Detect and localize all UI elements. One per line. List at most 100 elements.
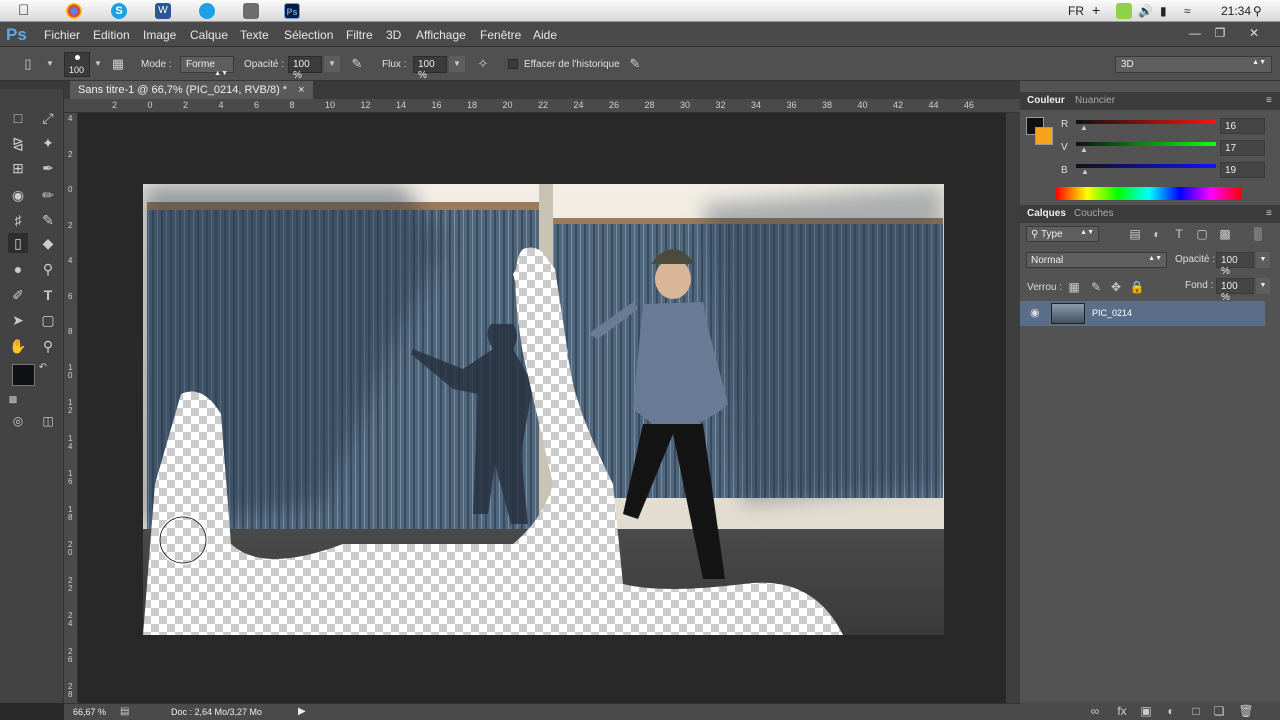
workspace-select[interactable]: 3D ▲▼ bbox=[1115, 56, 1272, 73]
menu-calque[interactable]: Calque bbox=[190, 28, 228, 42]
pressure-opacity-icon[interactable]: ✎ bbox=[349, 56, 365, 72]
type-tool-icon[interactable]: T bbox=[38, 285, 58, 305]
lock-pixels-icon[interactable]: ✎ bbox=[1088, 279, 1104, 295]
menu-selection[interactable]: Sélection bbox=[284, 28, 333, 42]
default-colors-icon[interactable]: ▩ bbox=[6, 389, 20, 409]
menu-filtre[interactable]: Filtre bbox=[346, 28, 373, 42]
dodge-tool-icon[interactable]: ⚲ bbox=[38, 259, 58, 279]
volume-icon[interactable]: 🔊 bbox=[1138, 4, 1153, 18]
chevron-down-icon[interactable]: ▼ bbox=[1256, 278, 1270, 294]
lock-transparency-icon[interactable]: ▦ bbox=[1066, 279, 1082, 295]
layer-opacity-input[interactable]: 100 % bbox=[1216, 252, 1254, 277]
lasso-tool-icon[interactable]: ⧎ bbox=[8, 133, 28, 153]
paint-bucket-tool-icon[interactable]: ◆ bbox=[38, 233, 58, 253]
swap-colors-icon[interactable]: ↶ bbox=[36, 358, 50, 378]
search-icon[interactable]: ⚲ bbox=[1253, 4, 1262, 18]
close-button[interactable]: ✕ bbox=[1244, 26, 1264, 42]
red-slider-thumb-icon[interactable]: ▲ bbox=[1080, 123, 1088, 132]
clone-stamp-tool-icon[interactable]: ♯ bbox=[8, 210, 28, 230]
zoom-level[interactable]: 66,67 % bbox=[73, 707, 106, 717]
tab-couleur[interactable]: Couleur bbox=[1027, 95, 1065, 106]
rectangle-tool-icon[interactable]: ▢ bbox=[38, 310, 58, 330]
chevron-down-icon[interactable]: ▼ bbox=[1256, 252, 1270, 268]
blue-slider[interactable] bbox=[1076, 164, 1216, 168]
green-value[interactable]: 17 bbox=[1220, 140, 1265, 156]
blue-value[interactable]: 19 bbox=[1220, 162, 1265, 178]
tab-nuancier[interactable]: Nuancier bbox=[1075, 95, 1115, 106]
eraser-tool-preset-icon[interactable]: ▯ bbox=[20, 56, 36, 72]
opacity-input[interactable]: 100 % bbox=[288, 56, 322, 81]
clock[interactable]: 21:34 bbox=[1221, 4, 1251, 18]
zoom-tool-icon[interactable]: ⚲ bbox=[38, 336, 58, 356]
brush-tool-icon[interactable]: ✏ bbox=[38, 185, 58, 205]
quick-mask-icon[interactable]: ◎ bbox=[8, 411, 28, 431]
lock-position-icon[interactable]: ✥ bbox=[1108, 279, 1124, 295]
move-tool-icon[interactable]: ⤢ bbox=[38, 108, 58, 128]
tab-couches[interactable]: Couches bbox=[1074, 208, 1113, 219]
status-menu-arrow-icon[interactable]: ▶ bbox=[298, 706, 306, 717]
wifi-icon[interactable]: ≈ bbox=[1184, 4, 1191, 18]
chevron-down-icon[interactable]: ▼ bbox=[449, 56, 465, 72]
menu-texte[interactable]: Texte bbox=[240, 28, 269, 42]
panel-menu-icon[interactable]: ≡ bbox=[1266, 95, 1272, 106]
healing-brush-tool-icon[interactable]: ◉ bbox=[8, 185, 28, 205]
panel-menu-icon[interactable]: ≡ bbox=[1266, 208, 1272, 219]
link-layers-icon[interactable]: ∞ bbox=[1087, 703, 1103, 719]
chevron-down-icon[interactable]: ▼ bbox=[42, 56, 58, 72]
plus-icon[interactable]: + bbox=[1092, 2, 1100, 18]
magic-wand-tool-icon[interactable]: ✦ bbox=[38, 133, 58, 153]
visibility-eye-icon[interactable]: ◉ bbox=[1030, 306, 1040, 319]
mode-select[interactable]: Forme ▲▼ bbox=[180, 56, 234, 77]
blend-mode-select[interactable]: Normal ▲▼ bbox=[1026, 252, 1167, 268]
eyedropper-tool-icon[interactable]: ✒ bbox=[38, 158, 58, 178]
delete-layer-icon[interactable]: 🗑 bbox=[1238, 703, 1254, 719]
blue-slider-thumb-icon[interactable]: ▲ bbox=[1081, 167, 1089, 176]
crop-tool-icon[interactable]: ⊞ bbox=[8, 158, 28, 178]
menu-3d[interactable]: 3D bbox=[386, 28, 401, 42]
vertical-scrollbar[interactable] bbox=[1006, 113, 1020, 703]
filter-adjustment-icon[interactable]: ◐ bbox=[1149, 226, 1165, 242]
menu-affichage[interactable]: Affichage bbox=[416, 28, 466, 42]
airbrush-icon[interactable]: ✧ bbox=[475, 56, 491, 72]
menu-fenetre[interactable]: Fenêtre bbox=[480, 28, 521, 42]
foreground-color-swatch[interactable] bbox=[12, 364, 35, 386]
blur-tool-icon[interactable]: ● bbox=[8, 259, 28, 279]
skype-icon[interactable]: S bbox=[111, 3, 127, 19]
flow-input[interactable]: 100 % bbox=[413, 56, 447, 81]
erase-history-checkbox[interactable] bbox=[508, 59, 518, 69]
filter-type-icon[interactable]: T bbox=[1171, 226, 1187, 242]
color-panel-background[interactable] bbox=[1035, 127, 1053, 145]
adjustment-layer-icon[interactable]: ◐ bbox=[1163, 703, 1179, 719]
document-tab[interactable]: Sans titre-1 @ 66,7% (PIC_0214, RVB/8) *… bbox=[70, 81, 313, 99]
layer-style-icon[interactable]: fx bbox=[1114, 703, 1130, 719]
apple-icon[interactable]:  bbox=[18, 3, 34, 19]
screen-mode-icon[interactable]: ◫ bbox=[38, 411, 58, 431]
hand-tool-icon[interactable]: ✋ bbox=[8, 336, 28, 356]
brush-panel-icon[interactable]: ▦ bbox=[110, 56, 126, 72]
menu-fichier[interactable]: Fichier bbox=[44, 28, 80, 42]
paint-icon[interactable] bbox=[243, 3, 259, 19]
menu-edition[interactable]: Edition bbox=[93, 28, 130, 42]
green-slider[interactable] bbox=[1076, 142, 1216, 146]
word-icon[interactable]: W bbox=[155, 3, 171, 19]
evernote-icon[interactable] bbox=[1116, 3, 1132, 19]
battery-icon[interactable]: ▮ bbox=[1160, 4, 1167, 18]
new-layer-icon[interactable]: ❏ bbox=[1211, 703, 1227, 719]
menu-aide[interactable]: Aide bbox=[533, 28, 557, 42]
menu-image[interactable]: Image bbox=[143, 28, 176, 42]
filter-shape-icon[interactable]: ▢ bbox=[1194, 226, 1210, 242]
photoshop-icon[interactable]: Ps bbox=[284, 3, 300, 19]
brush-size-picker[interactable]: 100 bbox=[64, 52, 90, 77]
red-slider[interactable] bbox=[1076, 120, 1216, 124]
refresh-icon[interactable] bbox=[199, 3, 215, 19]
lock-all-icon[interactable]: 🔒 bbox=[1129, 279, 1145, 295]
close-tab-icon[interactable]: × bbox=[298, 84, 304, 96]
minimize-button[interactable]: — bbox=[1185, 26, 1205, 42]
green-slider-thumb-icon[interactable]: ▲ bbox=[1080, 145, 1088, 154]
filter-toggle[interactable] bbox=[1254, 227, 1262, 241]
pressure-size-icon[interactable]: ✎ bbox=[627, 56, 643, 72]
chevron-down-icon[interactable]: ▼ bbox=[90, 56, 106, 72]
layer-row[interactable]: ◉ PIC_0214 bbox=[1020, 301, 1265, 326]
pen-tool-icon[interactable]: ✐ bbox=[8, 285, 28, 305]
layer-name[interactable]: PIC_0214 bbox=[1092, 308, 1132, 318]
